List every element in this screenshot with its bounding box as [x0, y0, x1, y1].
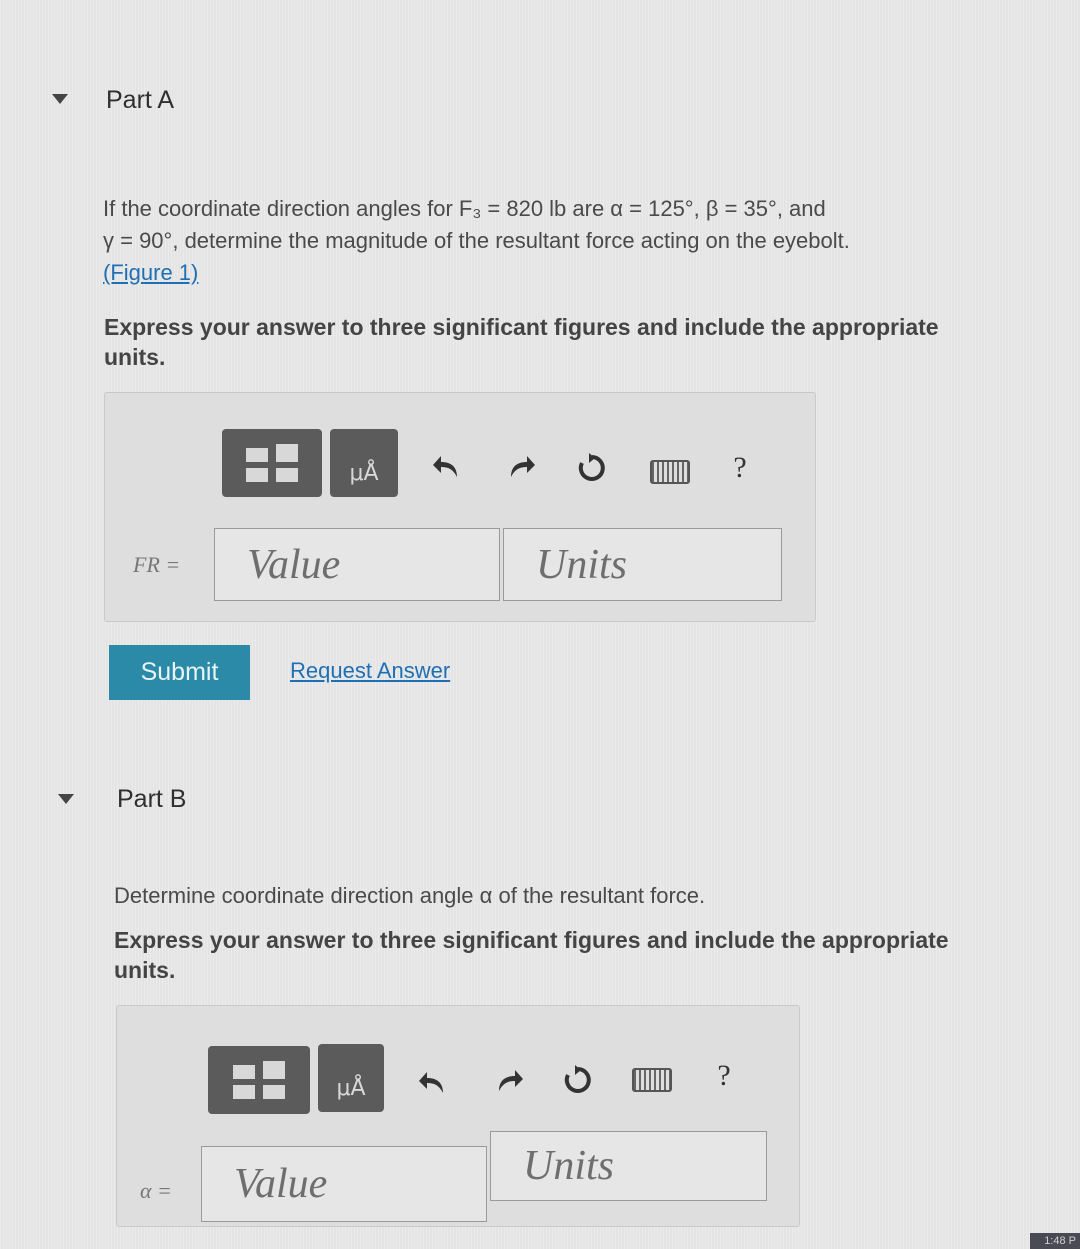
units-button[interactable]: μÅ	[330, 429, 398, 497]
help-button[interactable]: ?	[710, 1058, 738, 1094]
help-icon: ?	[717, 1059, 731, 1092]
part-b-title[interactable]: Part B	[117, 785, 186, 814]
redo-button[interactable]	[492, 1062, 528, 1098]
reset-icon	[564, 1065, 591, 1093]
part-a-instruction: Express your answer to three significant…	[104, 312, 1044, 372]
taskbar-clock: 1:48 P	[1030, 1233, 1080, 1249]
part-a-variable-label: FR =	[133, 552, 181, 577]
redo-button[interactable]	[504, 448, 540, 484]
part-b-instruction-line2: units.	[114, 957, 176, 983]
request-answer-link[interactable]: Request Answer	[290, 658, 450, 684]
part-a-value-input[interactable]: Value	[214, 528, 500, 601]
reset-button[interactable]	[574, 450, 610, 486]
part-a-units-input[interactable]: Units	[503, 528, 782, 601]
part-a-title[interactable]: Part A	[106, 86, 174, 115]
submit-button[interactable]: Submit	[109, 645, 250, 700]
figure-link[interactable]: (Figure 1)	[103, 260, 198, 285]
part-a-question-line2: γ = 90°, determine the magnitude of the …	[103, 228, 850, 253]
keyboard-icon[interactable]	[650, 460, 690, 484]
part-a-question: If the coordinate direction angles for F…	[103, 193, 1003, 289]
units-button[interactable]: μÅ	[318, 1044, 384, 1112]
collapse-caret-icon[interactable]	[52, 94, 68, 104]
units-icon: μÅ	[336, 1075, 366, 1101]
templates-icon	[246, 444, 298, 482]
units-icon: μÅ	[349, 460, 379, 486]
part-a-instruction-line1: Express your answer to three significant…	[104, 314, 939, 340]
keyboard-icon[interactable]	[632, 1068, 672, 1092]
help-button[interactable]: ?	[726, 450, 754, 486]
part-b-units-input[interactable]: Units	[490, 1131, 767, 1201]
part-b-instruction: Express your answer to three significant…	[114, 925, 1054, 985]
redo-icon	[511, 456, 535, 477]
part-b-instruction-line1: Express your answer to three significant…	[114, 927, 949, 953]
undo-icon	[433, 456, 457, 477]
collapse-caret-icon[interactable]	[58, 794, 74, 804]
redo-icon	[499, 1070, 523, 1091]
templates-icon	[233, 1061, 285, 1099]
part-b-value-input[interactable]: Value	[201, 1146, 487, 1222]
reset-icon	[578, 453, 605, 481]
undo-button[interactable]	[428, 448, 464, 484]
part-a-question-line1: If the coordinate direction angles for F…	[103, 196, 826, 221]
part-b-question: Determine coordinate direction angle α o…	[114, 883, 706, 908]
templates-button[interactable]	[222, 429, 322, 497]
part-b-variable-label: α =	[140, 1178, 172, 1203]
part-a-instruction-line2: units.	[104, 344, 166, 370]
undo-button[interactable]	[414, 1064, 450, 1100]
undo-icon	[419, 1072, 443, 1093]
reset-button[interactable]	[560, 1062, 596, 1098]
templates-button[interactable]	[208, 1046, 310, 1114]
help-icon: ?	[733, 451, 747, 484]
